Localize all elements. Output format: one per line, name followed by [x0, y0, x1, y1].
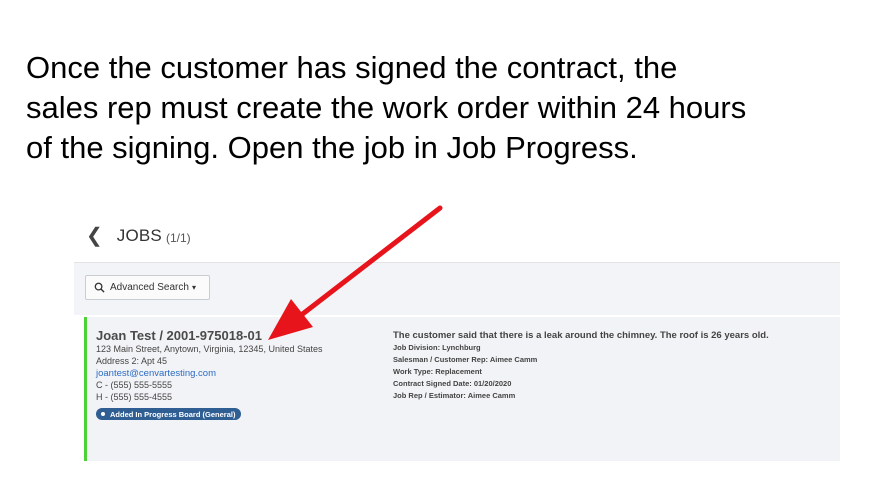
jobs-count: (1/1)	[165, 230, 191, 245]
jobs-header: ❮ JOBS (1/1)	[74, 210, 840, 262]
job-address: 123 Main Street, Anytown, Virginia, 1234…	[96, 344, 323, 354]
badge-dot-icon	[101, 412, 105, 416]
instruction-line-2: sales rep must create the work order wit…	[26, 90, 747, 125]
job-address-2: Address 2: Apt 45	[96, 355, 168, 366]
jobs-title: JOBS	[116, 226, 162, 245]
job-salesman: Salesman / Customer Rep: Aimee Camm	[393, 355, 538, 364]
status-badge-label: Added In Progress Board (General)	[110, 409, 236, 419]
job-work-type: Work Type: Replacement	[393, 367, 482, 376]
job-card[interactable]: Joan Test / 2001-975018-01 123 Main Stre…	[84, 317, 840, 461]
job-home-phone: H - (555) 555-4555	[96, 391, 173, 402]
job-description: The customer said that there is a leak a…	[393, 330, 769, 341]
instruction-line-1: Once the customer has signed the contrac…	[26, 50, 678, 85]
search-area: Advanced Search ▾	[74, 263, 840, 315]
jobs-screenshot: ❮ JOBS (1/1) Advanced Search ▾ Joan Test…	[74, 210, 840, 466]
job-contact-info: Joan Test / 2001-975018-01 123 Main Stre…	[96, 328, 376, 421]
search-icon	[94, 282, 105, 293]
job-details: The customer said that there is a leak a…	[393, 329, 833, 402]
advanced-search-label: Advanced Search	[110, 282, 189, 293]
job-email-link[interactable]: joantest@cenvartesting.com	[96, 368, 376, 380]
instruction-line-3: of the signing. Open the job in Job Prog…	[26, 130, 638, 165]
job-rep-estimator: Job Rep / Estimator: Aimee Camm	[393, 391, 516, 400]
job-name-link[interactable]: Joan Test / 2001-975018-01	[96, 328, 376, 344]
chevron-left-icon[interactable]: ❮	[86, 223, 103, 248]
chevron-down-icon: ▾	[191, 283, 196, 292]
job-contract-date: Contract Signed Date: 01/20/2020	[393, 379, 512, 388]
job-cell-phone: C - (555) 555-5555	[96, 380, 173, 390]
instruction-text: Once the customer has signed the contrac…	[26, 48, 866, 168]
job-division: Job Division: Lynchburg	[393, 343, 481, 352]
advanced-search-button[interactable]: Advanced Search ▾	[85, 275, 210, 300]
status-badge: Added In Progress Board (General)	[96, 408, 242, 420]
